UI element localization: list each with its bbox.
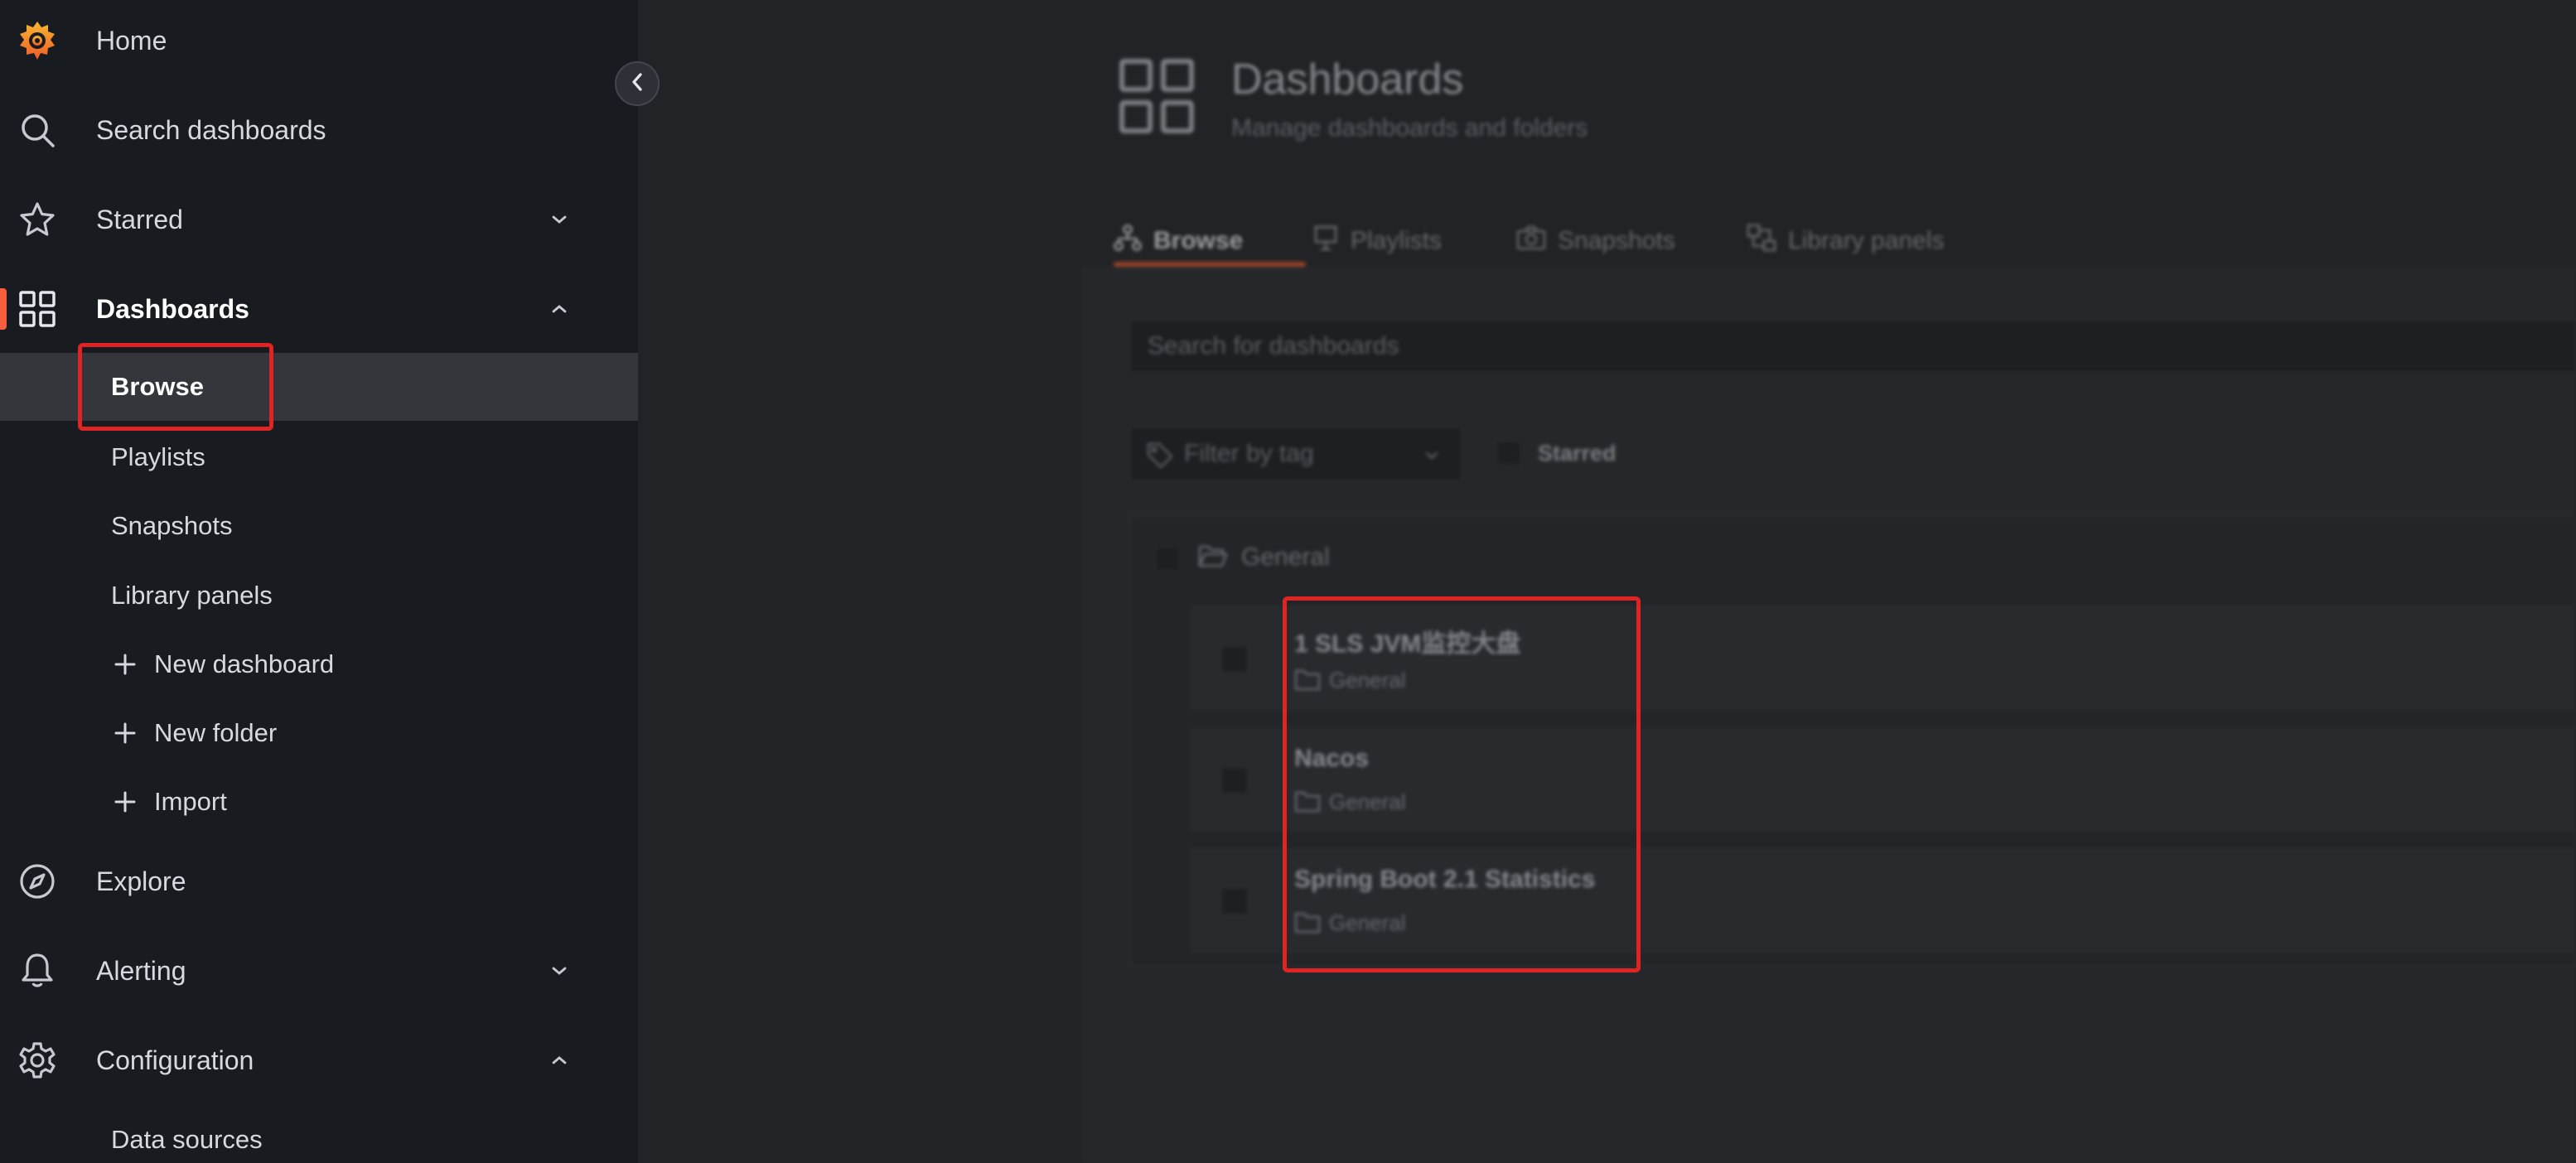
grafana-logo-icon (17, 20, 58, 61)
sitemap-icon (1114, 224, 1153, 258)
chevron-down-icon[interactable] (549, 209, 570, 230)
sidebar-subitem-label: New folder (154, 718, 278, 747)
bell-icon (17, 950, 58, 992)
search-icon (17, 109, 58, 151)
dashboard-title[interactable]: Spring Boot 2.1 Statistics (1294, 866, 1595, 894)
page-title: Dashboards (1231, 55, 1464, 104)
sidebar-subitem-snapshots[interactable]: Snapshots (0, 492, 638, 560)
dashboards-grid-icon (1119, 58, 1195, 134)
sidebar-item-explore[interactable]: Explore (0, 844, 638, 919)
dashboard-row[interactable] (1190, 726, 2576, 832)
tab-label: Playlists (1351, 227, 1443, 254)
sidebar-item-starred[interactable]: Starred (0, 182, 638, 257)
sidebar-item-alerting[interactable]: Alerting (0, 934, 638, 1008)
dashboard-folder-label: General (1329, 668, 1406, 692)
tab-label: Library panels (1788, 227, 1945, 254)
star-icon (17, 199, 58, 240)
main-content: Dashboards Manage dashboards and folders… (638, 0, 2576, 1163)
folder-checkbox[interactable] (1155, 547, 1180, 572)
search-placeholder: Search for dashboards (1148, 332, 1399, 360)
chevron-down-icon (1424, 450, 1439, 465)
presentation-icon (1312, 224, 1351, 258)
starred-checkbox[interactable] (1496, 441, 1521, 466)
dashboard-checkbox[interactable] (1221, 888, 1248, 914)
sidebar-subitem-import[interactable]: Import (0, 768, 638, 836)
page-subtitle: Manage dashboards and folders (1231, 114, 1588, 142)
sidebar-subitem-label: Data sources (111, 1125, 263, 1154)
filter-by-tag-select[interactable]: Filter by tag (1130, 427, 1462, 480)
folder-open-icon (1198, 543, 1228, 572)
dashboard-title[interactable]: 1 SLS JVM监控大盘 (1294, 623, 1520, 659)
folder-icon (1294, 668, 1321, 692)
dashboard-checkbox[interactable] (1221, 646, 1248, 673)
sidebar: Home Search dashboards Starred Dashboard… (0, 0, 638, 1163)
sidebar-item-label: Home (96, 25, 167, 55)
dashboard-row[interactable] (1190, 847, 2576, 953)
sidebar-subitem-label: Browse (111, 372, 204, 401)
sidebar-subitem-label: Snapshots (111, 511, 233, 540)
sidebar-subitem-label: New dashboard (154, 649, 335, 678)
search-dashboards-input[interactable]: Search for dashboards (1130, 320, 2576, 373)
sidebar-subitem-label: Import (154, 787, 227, 816)
dashboard-folder-label: General (1329, 910, 1406, 935)
sidebar-item-label: Search dashboards (96, 114, 326, 145)
tab-label: Browse (1153, 227, 1244, 254)
tab-browse[interactable]: Browse (1114, 214, 1243, 268)
tag-icon (1146, 442, 1174, 474)
tab-label: Snapshots (1558, 227, 1675, 254)
camera-icon (1516, 225, 1558, 257)
sidebar-item-label: Alerting (96, 955, 186, 986)
dashboard-title[interactable]: Nacos (1294, 745, 1369, 773)
sidebar-item-search[interactable]: Search dashboards (0, 93, 638, 167)
sidebar-subitem-label: Playlists (111, 442, 205, 471)
sidebar-item-dashboards[interactable]: Dashboards (0, 272, 638, 346)
tab-snapshots[interactable]: Snapshots (1516, 214, 1675, 268)
folder-icon (1294, 910, 1321, 935)
plus-icon (111, 788, 139, 816)
apps-grid-icon (17, 288, 58, 330)
sidebar-subitem-label: Library panels (111, 581, 273, 610)
tab-playlists[interactable]: Playlists (1312, 214, 1442, 268)
sidebar-item-label: Explore (96, 866, 186, 896)
plus-icon (111, 650, 139, 678)
folder-icon (1294, 789, 1321, 814)
sidebar-subitem-browse[interactable]: Browse (0, 353, 638, 421)
gear-icon (17, 1040, 58, 1081)
starred-label: Starred (1538, 441, 1617, 466)
dashboard-checkbox[interactable] (1221, 767, 1248, 794)
plus-icon (111, 719, 139, 747)
compass-icon (17, 861, 58, 902)
collapse-sidebar-button[interactable] (615, 61, 660, 106)
sidebar-subitem-data-sources[interactable]: Data sources (0, 1106, 638, 1163)
chevron-up-icon[interactable] (549, 298, 570, 320)
tab-library-panels[interactable]: Library panels (1747, 214, 1944, 268)
sidebar-subitem-new-dashboard[interactable]: New dashboard (0, 630, 638, 698)
dashboard-folder-label: General (1329, 789, 1406, 814)
chevron-left-icon (631, 72, 644, 96)
sidebar-subitem-library-panels[interactable]: Library panels (0, 562, 638, 630)
sidebar-subitem-playlists[interactable]: Playlists (0, 423, 638, 491)
sidebar-item-configuration[interactable]: Configuration (0, 1023, 638, 1098)
chevron-down-icon[interactable] (549, 960, 570, 982)
sidebar-subitem-new-folder[interactable]: New folder (0, 699, 638, 767)
sidebar-item-label: Starred (96, 204, 183, 234)
folder-name[interactable]: General (1241, 543, 1330, 572)
sidebar-item-home[interactable]: Home (0, 3, 638, 78)
sidebar-item-label: Configuration (96, 1045, 254, 1075)
library-panels-icon (1747, 224, 1788, 258)
sidebar-item-label: Dashboards (96, 293, 249, 324)
chevron-up-icon[interactable] (549, 1050, 570, 1071)
filter-placeholder: Filter by tag (1184, 440, 1314, 467)
